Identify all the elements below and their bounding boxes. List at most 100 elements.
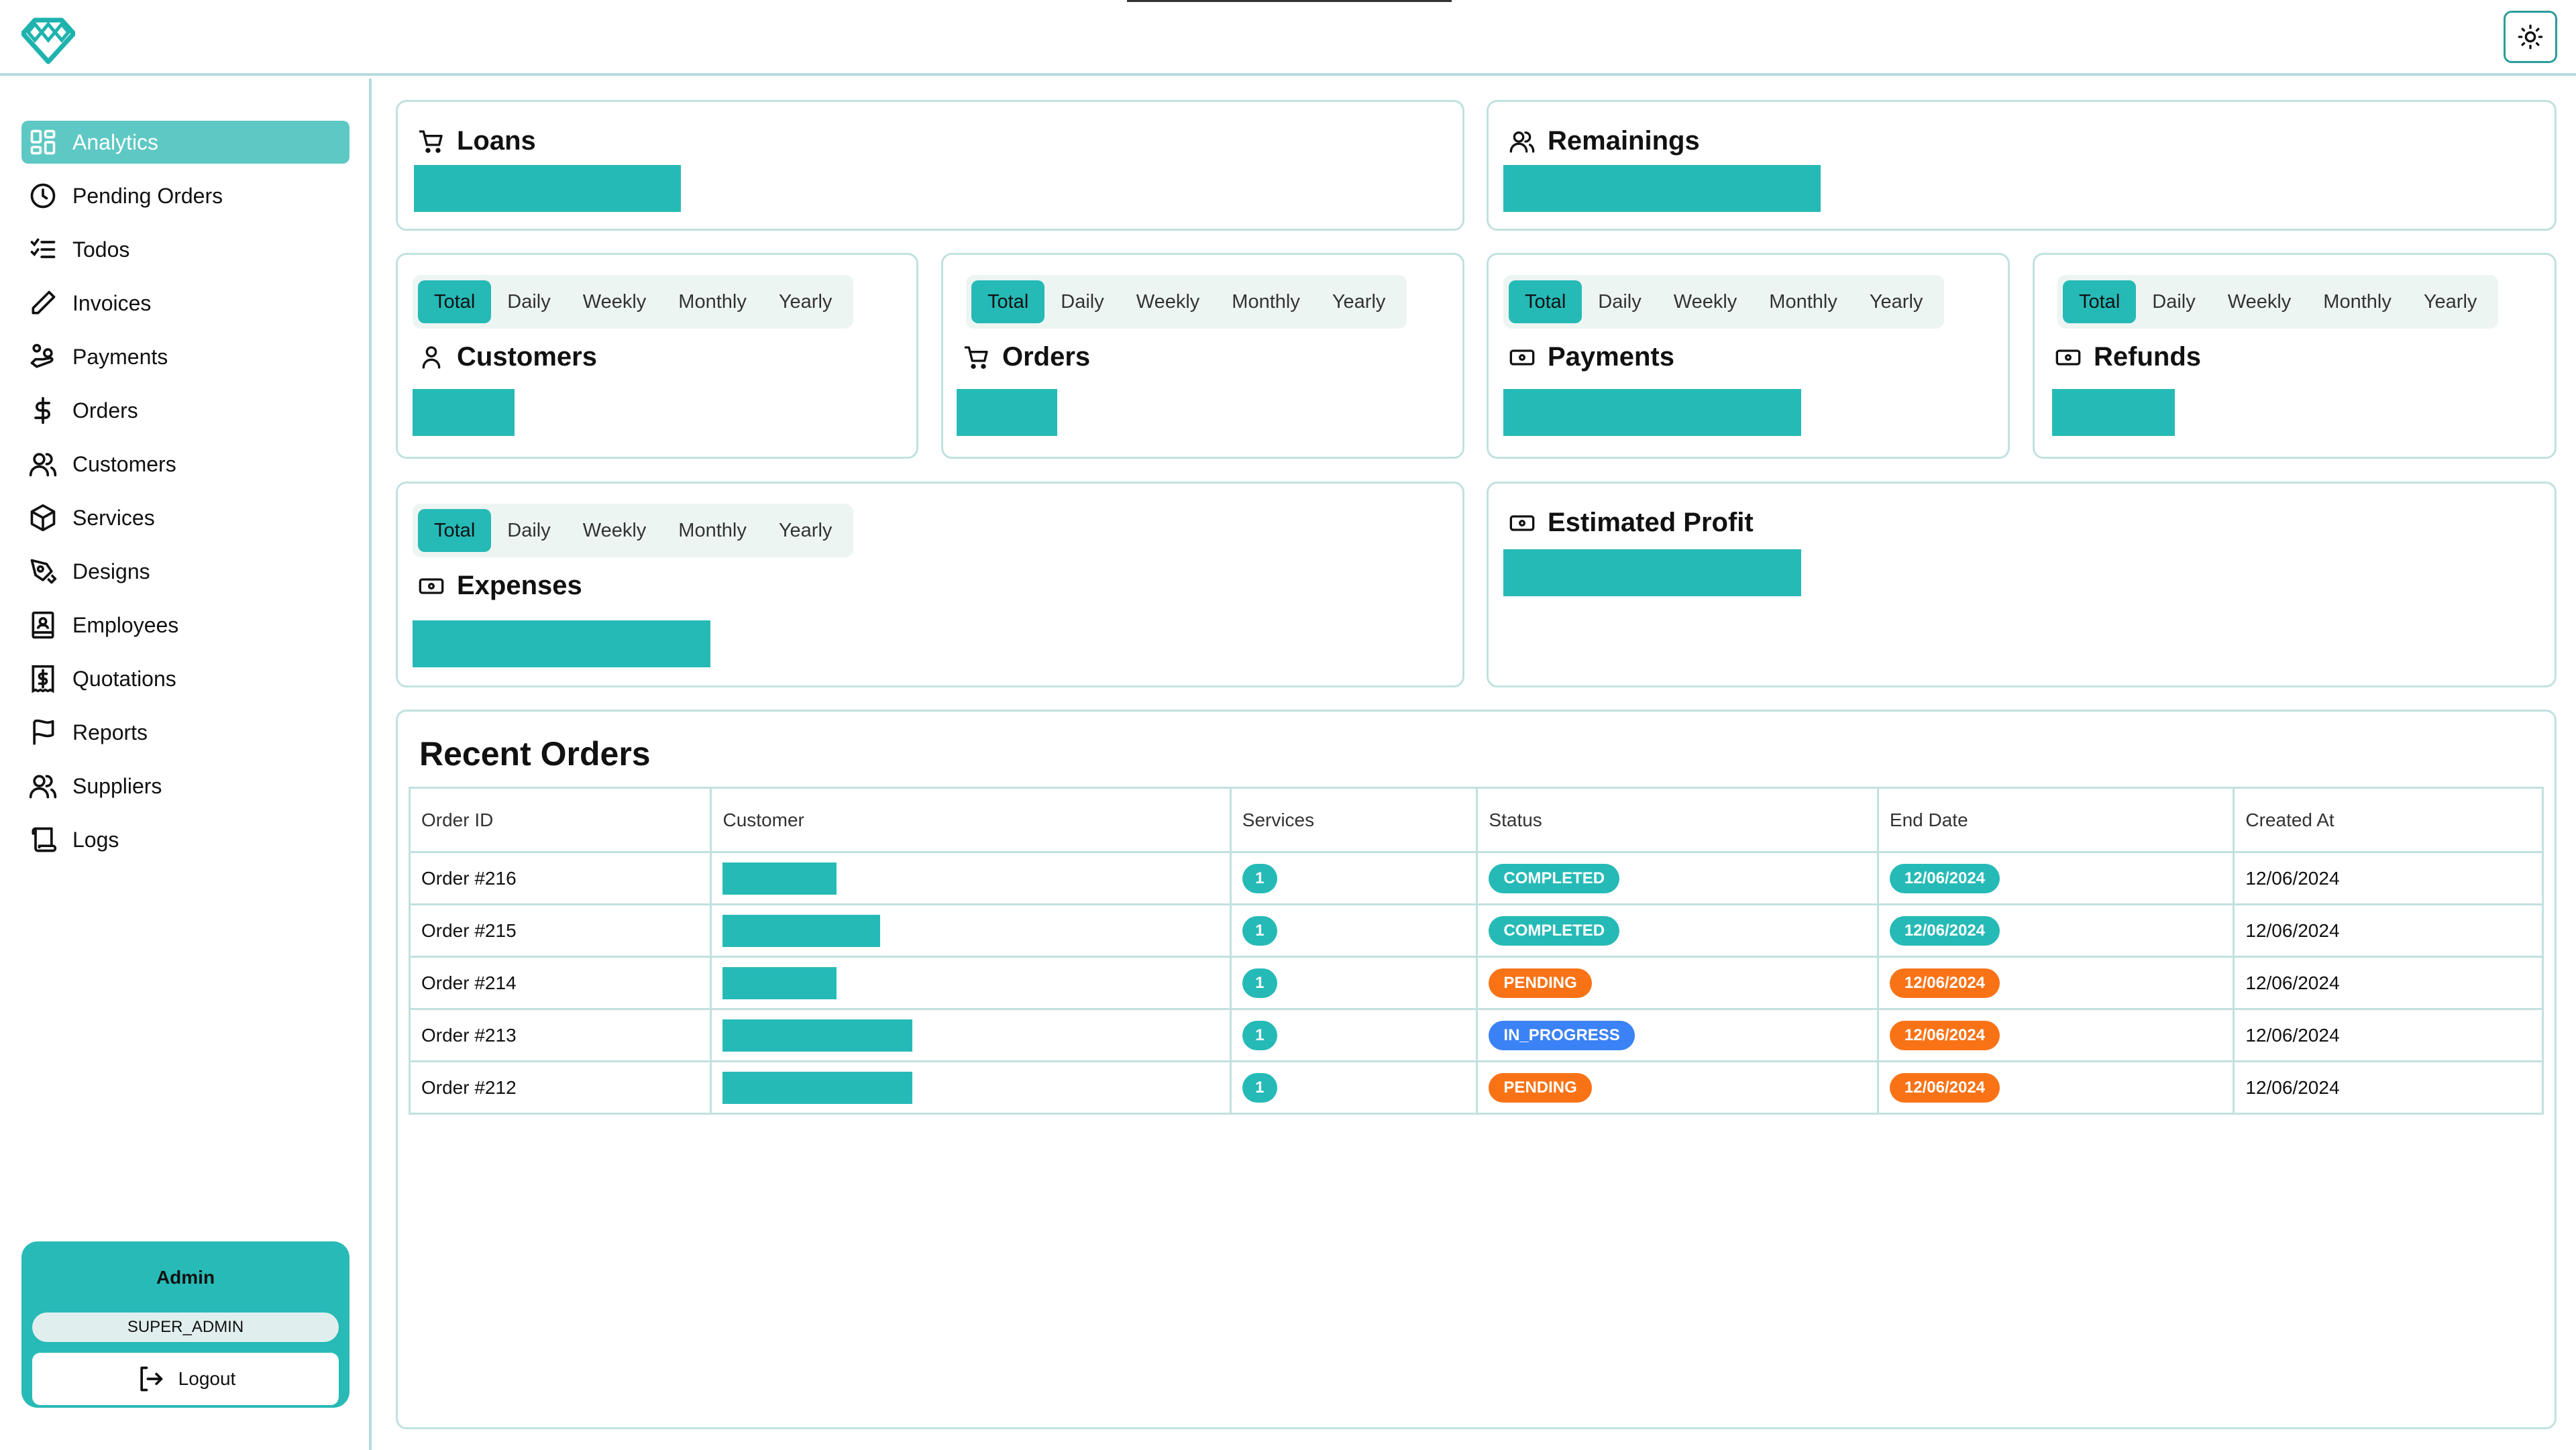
tab-total[interactable]: Total xyxy=(2063,280,2137,323)
status-badge: IN_PROGRESS xyxy=(1489,1020,1635,1050)
sidebar-item-todos[interactable]: Todos xyxy=(21,228,350,271)
tab-monthly[interactable]: Monthly xyxy=(662,509,763,552)
users-icon xyxy=(1509,127,1538,156)
sidebar-item-label: Orders xyxy=(72,398,138,423)
sidebar-item-services[interactable]: Services xyxy=(21,496,350,539)
tab-daily[interactable]: Daily xyxy=(491,280,566,323)
column-header[interactable]: Created At xyxy=(2233,787,2544,853)
tab-yearly[interactable]: Yearly xyxy=(763,509,849,552)
tab-daily[interactable]: Daily xyxy=(1582,280,1657,323)
refunds-card: Total Daily Weekly Monthly Yearly Refund… xyxy=(2033,253,2557,459)
theme-toggle-button[interactable] xyxy=(2504,11,2557,63)
tab-total[interactable]: Total xyxy=(418,509,492,552)
customer-name-redacted xyxy=(722,914,881,947)
column-header[interactable]: Status xyxy=(1476,787,1879,853)
sidebar-item-invoices[interactable]: Invoices xyxy=(21,282,350,325)
tab-daily[interactable]: Daily xyxy=(491,509,566,552)
table-row[interactable]: Order #216 1 COMPLETED 12/06/2024 12/06/2024 xyxy=(408,851,2544,905)
tab-monthly[interactable]: Monthly xyxy=(1216,280,1316,323)
sidebar-item-analytics[interactable]: Analytics xyxy=(21,121,350,164)
table-row[interactable]: Order #213 1 IN_PROGRESS 12/06/2024 12/06/20… xyxy=(408,1008,2544,1062)
column-header[interactable]: End Date xyxy=(1876,787,2235,853)
tab-monthly[interactable]: Monthly xyxy=(1753,280,1854,323)
created-at: 12/06/2024 xyxy=(2245,919,2340,941)
sidebar-item-label: Reports xyxy=(72,720,148,744)
created-at: 12/06/2024 xyxy=(2245,1076,2340,1098)
created-at: 12/06/2024 xyxy=(2245,1024,2340,1046)
expenses-value-redacted xyxy=(413,620,710,667)
clock-icon xyxy=(27,180,59,212)
customers-card: Total Daily Weekly Monthly Yearly Custom… xyxy=(396,253,918,459)
tab-weekly[interactable]: Weekly xyxy=(567,280,663,323)
tab-monthly[interactable]: Monthly xyxy=(2307,280,2408,323)
sidebar-item-label: Quotations xyxy=(72,666,176,691)
box-icon xyxy=(27,502,59,534)
table-row[interactable]: Order #212 1 PENDING 12/06/2024 12/06/2024 xyxy=(408,1060,2544,1115)
tab-yearly[interactable]: Yearly xyxy=(763,280,849,323)
services-count-badge: 1 xyxy=(1242,1072,1277,1103)
order-id: Order #216 xyxy=(421,867,517,889)
tab-yearly[interactable]: Yearly xyxy=(2408,280,2493,323)
tab-total[interactable]: Total xyxy=(971,280,1045,323)
order-id-cell: Order #216 xyxy=(408,851,712,905)
services-cell: 1 xyxy=(1229,903,1479,958)
orders-value-redacted xyxy=(957,389,1057,436)
column-header[interactable]: Order ID xyxy=(408,787,712,853)
services-cell: 1 xyxy=(1229,851,1479,905)
end-date-cell: 12/06/2024 xyxy=(1876,1008,2235,1062)
tab-weekly[interactable]: Weekly xyxy=(1120,280,1216,323)
sidebar-item-logs[interactable]: Logs xyxy=(21,818,350,861)
customer-cell xyxy=(710,956,1232,1010)
period-tabs: Total Daily Weekly Monthly Yearly xyxy=(413,504,854,557)
tab-yearly[interactable]: Yearly xyxy=(1316,280,1402,323)
tab-daily[interactable]: Daily xyxy=(1044,280,1120,323)
order-id-cell: Order #214 xyxy=(408,956,712,1010)
pen-tool-icon xyxy=(27,555,59,588)
sidebar-item-orders[interactable]: Orders xyxy=(21,389,350,432)
sidebar-item-label: Analytics xyxy=(72,129,159,154)
sidebar-item-reports[interactable]: Reports xyxy=(21,711,350,754)
banknote-icon xyxy=(1509,343,1538,372)
expenses-card: Total Daily Weekly Monthly Yearly Expens… xyxy=(396,482,1464,687)
tab-monthly[interactable]: Monthly xyxy=(662,280,763,323)
tab-daily[interactable]: Daily xyxy=(2136,280,2211,323)
order-id-cell: Order #212 xyxy=(408,1060,712,1115)
sidebar-item-label: Designs xyxy=(72,559,150,583)
banknote-icon xyxy=(1509,508,1538,538)
sidebar-item-quotations[interactable]: Quotations xyxy=(21,657,350,700)
tab-yearly[interactable]: Yearly xyxy=(1854,280,1939,323)
order-id: Order #215 xyxy=(421,919,517,941)
customer-cell xyxy=(710,1060,1232,1115)
tab-weekly[interactable]: Weekly xyxy=(567,509,663,552)
table-row[interactable]: Order #215 1 COMPLETED 12/06/2024 12/06/2024 xyxy=(408,903,2544,958)
status-cell: IN_PROGRESS xyxy=(1476,1008,1879,1062)
tab-total[interactable]: Total xyxy=(418,280,492,323)
customer-cell xyxy=(710,903,1232,958)
payments-value-redacted xyxy=(1503,389,1801,436)
estimated-profit-card: Estimated Profit xyxy=(1487,482,2557,687)
order-id: Order #214 xyxy=(421,972,517,993)
table-row[interactable]: Order #214 1 PENDING 12/06/2024 12/06/2024 xyxy=(408,956,2544,1010)
sidebar-item-customers[interactable]: Customers xyxy=(21,443,350,486)
created-at-cell: 12/06/2024 xyxy=(2233,956,2544,1010)
column-header[interactable]: Customer xyxy=(710,787,1232,853)
tab-total[interactable]: Total xyxy=(1509,280,1582,323)
column-header[interactable]: Services xyxy=(1229,787,1479,853)
end-date-cell: 12/06/2024 xyxy=(1876,851,2235,905)
sidebar-item-pending-orders[interactable]: Pending Orders xyxy=(21,174,350,217)
sidebar-item-employees[interactable]: Employees xyxy=(21,604,350,647)
app-header xyxy=(0,0,2576,76)
card-title-text: Expenses xyxy=(457,571,582,600)
cart-icon xyxy=(418,127,447,156)
payments-card: Total Daily Weekly Monthly Yearly Paymen… xyxy=(1487,253,2010,459)
logout-button[interactable]: Logout xyxy=(32,1353,339,1405)
payments-card-title: Payments xyxy=(1509,342,1674,372)
diamond-logo-icon[interactable] xyxy=(20,17,76,64)
order-id-cell: Order #215 xyxy=(408,903,712,958)
tab-weekly[interactable]: Weekly xyxy=(1658,280,1754,323)
sidebar-item-suppliers[interactable]: Suppliers xyxy=(21,765,350,807)
tab-weekly[interactable]: Weekly xyxy=(2212,280,2308,323)
customer-name-redacted xyxy=(722,1019,913,1052)
sidebar-item-designs[interactable]: Designs xyxy=(21,550,350,593)
sidebar-item-payments[interactable]: Payments xyxy=(21,335,350,378)
